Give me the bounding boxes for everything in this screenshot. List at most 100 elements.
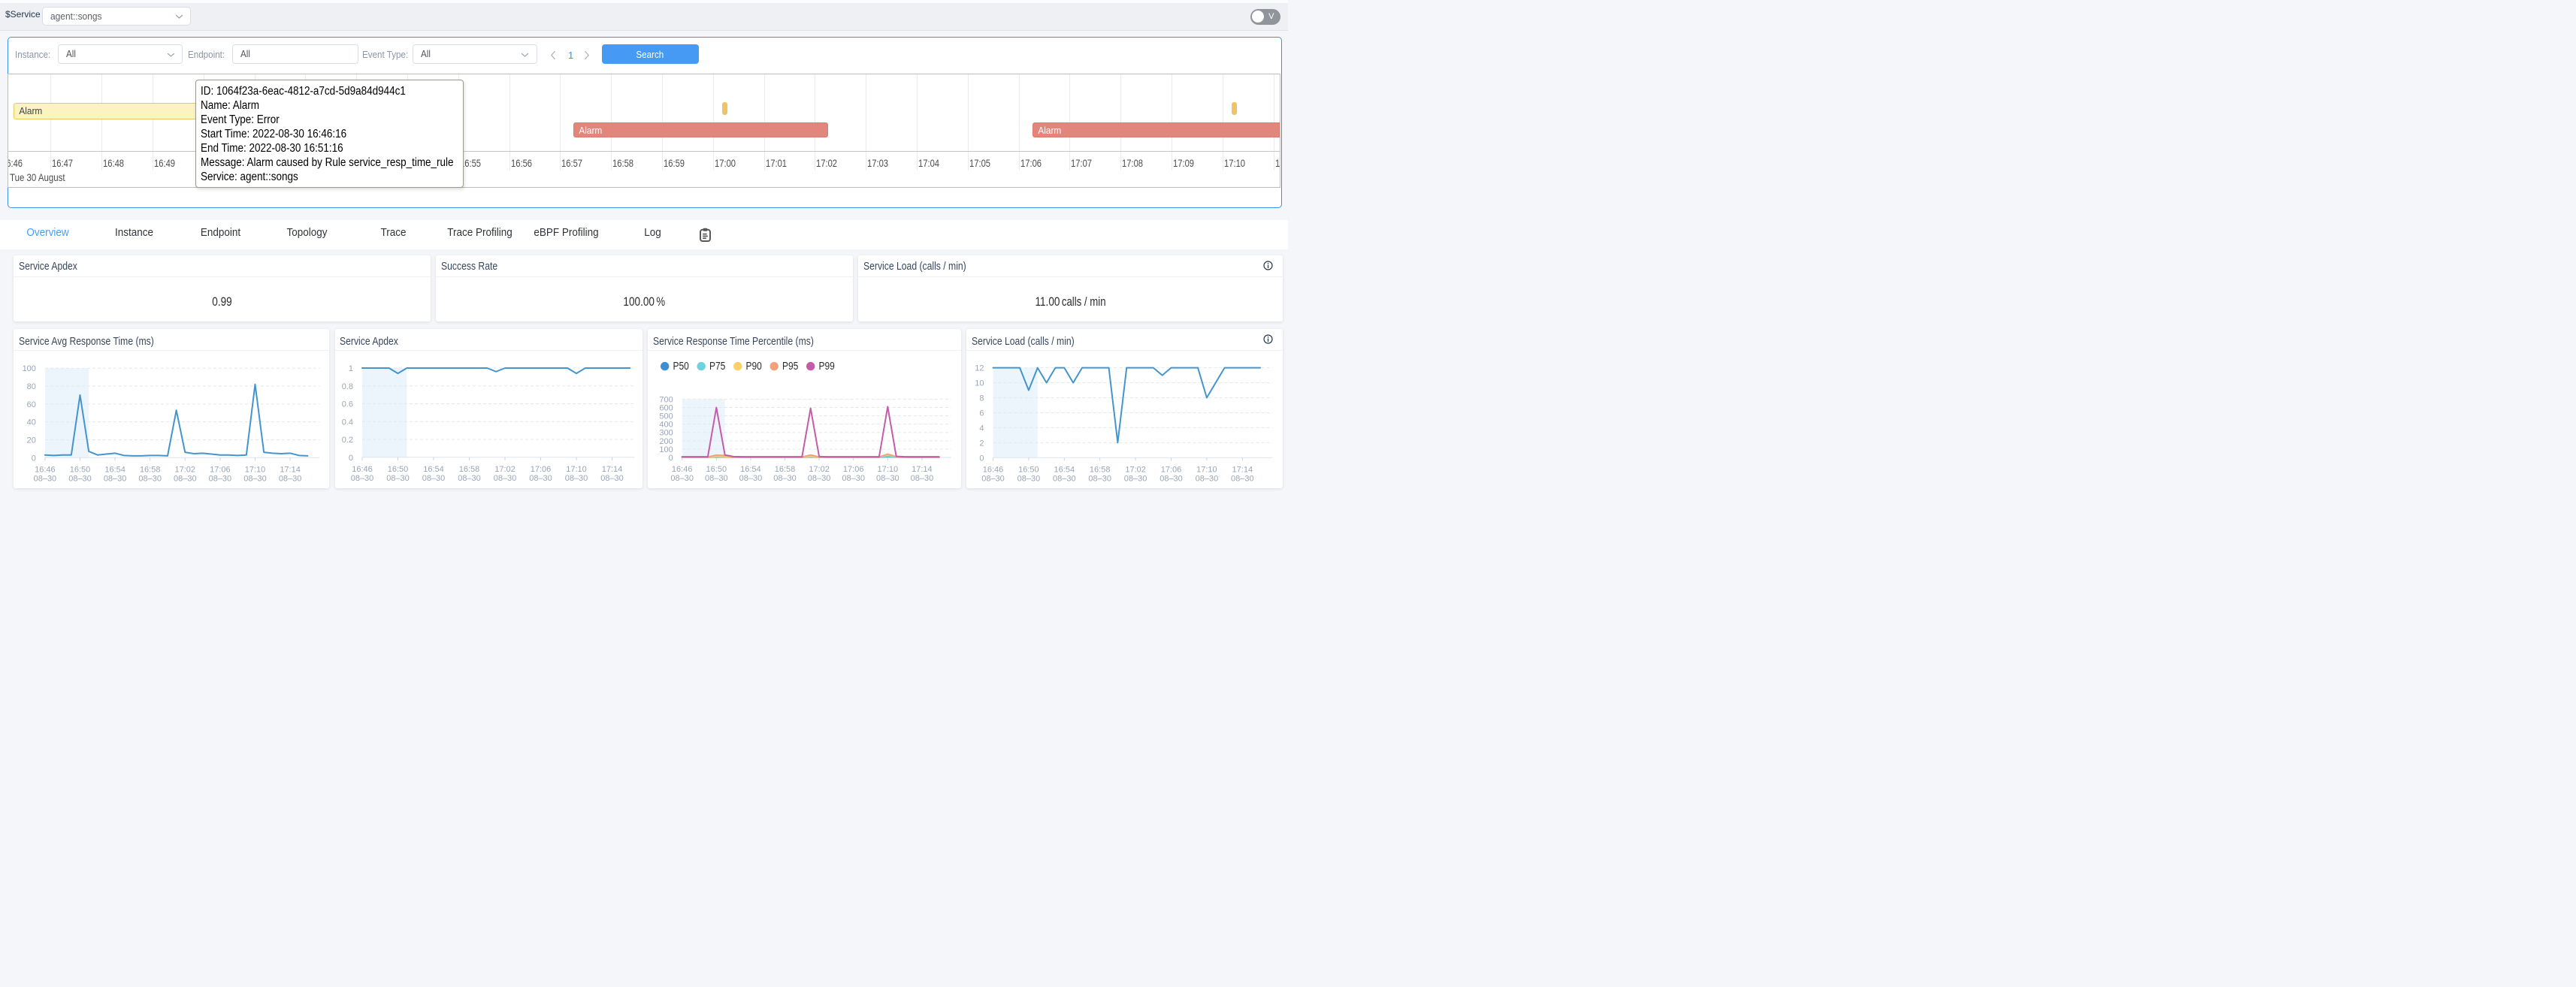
timeline-axis-label: 17:07 xyxy=(1071,157,1092,169)
chart-xtick-sublabel: 08–30 xyxy=(1196,474,1219,483)
chart-xtick-sublabel: 08–30 xyxy=(670,474,694,483)
tooltip-line: ID: 1064f23a-6eac-4812-a7cd-5d9a84d944c1 xyxy=(201,84,424,98)
tooltip-line: Name: Alarm xyxy=(201,98,424,113)
chart-xtick-label: 17:02 xyxy=(1125,465,1146,474)
tab-trace-profiling[interactable]: Trace Profiling xyxy=(441,220,519,250)
event-item-error[interactable]: Alarm xyxy=(1033,122,1280,138)
tooltip-line: Message: Alarm caused by Rule service_re… xyxy=(201,155,424,170)
legend-marker-p75[interactable] xyxy=(697,362,706,370)
legend-label-p75[interactable]: P75 xyxy=(709,360,725,373)
event-item-warning[interactable] xyxy=(1232,102,1237,115)
tab-endpoint[interactable]: Endpoint xyxy=(182,220,260,250)
tab-ebpf-profiling[interactable]: eBPF Profiling xyxy=(528,220,606,250)
event-item-label: Alarm xyxy=(574,123,602,138)
chart-xtick-sublabel: 08–30 xyxy=(174,474,197,483)
chart-ytick-label: 40 xyxy=(27,418,36,427)
timeline-gridline xyxy=(713,74,714,151)
chart-xtick-sublabel: 08–30 xyxy=(529,474,552,483)
chart-ytick-label: 0 xyxy=(348,454,352,463)
timeline-gridline-stub xyxy=(764,151,765,171)
chart-ytick-label: 12 xyxy=(975,364,984,373)
tab-topology[interactable]: Topology xyxy=(268,220,346,250)
instance-select[interactable]: All xyxy=(58,44,183,64)
chart-xtick-sublabel: 08–30 xyxy=(1053,474,1076,483)
chart-ytick-label: 0 xyxy=(32,454,36,463)
chart-plot: 00.20.40.60.8116:4608–3016:5008–3016:540… xyxy=(335,329,643,488)
event-item-warning[interactable] xyxy=(722,102,727,115)
chart-xtick-label: 17:06 xyxy=(843,465,864,474)
clipboard-icon[interactable] xyxy=(700,228,711,242)
legend-label-p95[interactable]: P95 xyxy=(782,360,798,373)
legend-marker-p95[interactable] xyxy=(770,362,779,370)
chart-xtick-label: 17:06 xyxy=(210,465,231,474)
legend-label-p90[interactable]: P90 xyxy=(746,360,763,373)
tab-overview[interactable]: Overview xyxy=(9,220,87,250)
chart-xtick-sublabel: 08–30 xyxy=(876,474,899,483)
legend-label-p50[interactable]: P50 xyxy=(673,360,690,373)
legend-marker-p90[interactable] xyxy=(733,362,742,370)
legend-marker-p50[interactable] xyxy=(661,362,669,370)
chart-ytick-label: 80 xyxy=(27,382,36,391)
metric-value: 0.99 xyxy=(56,294,389,309)
chart-ytick-label: 0 xyxy=(669,454,673,463)
timeline-axis-label: 17:10 xyxy=(1224,157,1245,169)
version-toggle[interactable]: V xyxy=(1250,9,1280,26)
chart-xtick-sublabel: 08–30 xyxy=(1017,474,1041,483)
timeline-axis-label: 17:00 xyxy=(715,157,736,169)
pagination-next-icon[interactable] xyxy=(582,50,591,60)
chart-xtick-label: 16:50 xyxy=(706,465,727,474)
search-button[interactable]: Search xyxy=(602,44,699,64)
event-type-select[interactable]: All xyxy=(413,44,537,64)
timeline-gridline-stub xyxy=(509,151,510,171)
chart-xtick-label: 17:14 xyxy=(601,465,622,474)
endpoint-input[interactable]: All xyxy=(232,44,358,64)
chart-ytick-label: 0.4 xyxy=(341,418,352,427)
chart-xtick-label: 16:54 xyxy=(740,465,761,474)
metric-card-service-apdex: Service Apdex 0.99 xyxy=(14,255,431,321)
chart-xtick-label: 17:02 xyxy=(809,465,830,474)
metric-card-header: Service Load (calls / min) xyxy=(858,255,1283,277)
chart-ytick-label: 10 xyxy=(975,379,984,388)
tooltip-line: End Time: 2022-08-30 16:51:16 xyxy=(201,141,424,155)
chart-card-3: Service Response Time Percentile (ms)010… xyxy=(648,329,961,488)
chart-card-1: Service Avg Response Time (ms)0204060801… xyxy=(14,329,329,488)
legend-marker-p99[interactable] xyxy=(806,362,815,370)
chart-xtick-sublabel: 08–30 xyxy=(773,474,797,483)
timeline-gridline xyxy=(764,74,765,151)
metric-card-title: Service Apdex xyxy=(19,261,77,273)
service-select[interactable]: agent::songs xyxy=(42,7,191,26)
timeline-gridline-stub xyxy=(968,151,969,171)
timeline-axis-label: 16:57 xyxy=(561,157,582,169)
timeline-gridline xyxy=(968,74,969,151)
chart-ytick-label: 100 xyxy=(659,445,673,454)
chart-xtick-label: 16:58 xyxy=(458,465,479,474)
event-panel: Instance:AllEndpoint:AllEvent Type:All1S… xyxy=(8,37,1282,208)
chart-xtick-label: 17:10 xyxy=(1196,465,1217,474)
event-tooltip: ID: 1064f23a-6eac-4812-a7cd-5d9a84d944c1… xyxy=(195,80,464,188)
tooltip-line: Start Time: 2022-08-30 16:46:16 xyxy=(201,127,424,141)
tab-instance[interactable]: Instance xyxy=(95,220,174,250)
pagination-prev-icon[interactable] xyxy=(549,50,558,60)
info-icon[interactable] xyxy=(1263,261,1273,270)
legend-label-p99[interactable]: P99 xyxy=(819,360,835,373)
timeline-axis-label: 17:08 xyxy=(1122,157,1143,169)
pagination-page-number[interactable]: 1 xyxy=(568,50,573,61)
tab-log[interactable]: Log xyxy=(614,220,692,250)
timeline-axis-label: 17:04 xyxy=(918,157,939,169)
metric-value-number: 0.99 xyxy=(212,294,231,309)
filter-label-endpoint: Endpoint: xyxy=(188,50,225,60)
tab-trace[interactable]: Trace xyxy=(355,220,433,250)
chart-xtick-sublabel: 08–30 xyxy=(104,474,127,483)
timeline-gridline xyxy=(917,74,918,151)
event-type-value: All xyxy=(421,49,431,59)
chart-xtick-sublabel: 08–30 xyxy=(244,474,268,483)
chart-xtick-sublabel: 08–30 xyxy=(1160,474,1183,483)
chart-xtick-sublabel: 08–30 xyxy=(1231,474,1254,483)
chart-xtick-sublabel: 08–30 xyxy=(808,474,831,483)
chart-xtick-label: 16:54 xyxy=(423,465,444,474)
timeline-gridline-stub xyxy=(1019,151,1020,171)
event-item-error[interactable]: Alarm xyxy=(573,122,828,138)
metric-value-unit: calls / min xyxy=(1062,295,1106,309)
metric-card-title: Success Rate xyxy=(441,261,497,273)
chart-xtick-sublabel: 08–30 xyxy=(564,474,588,483)
